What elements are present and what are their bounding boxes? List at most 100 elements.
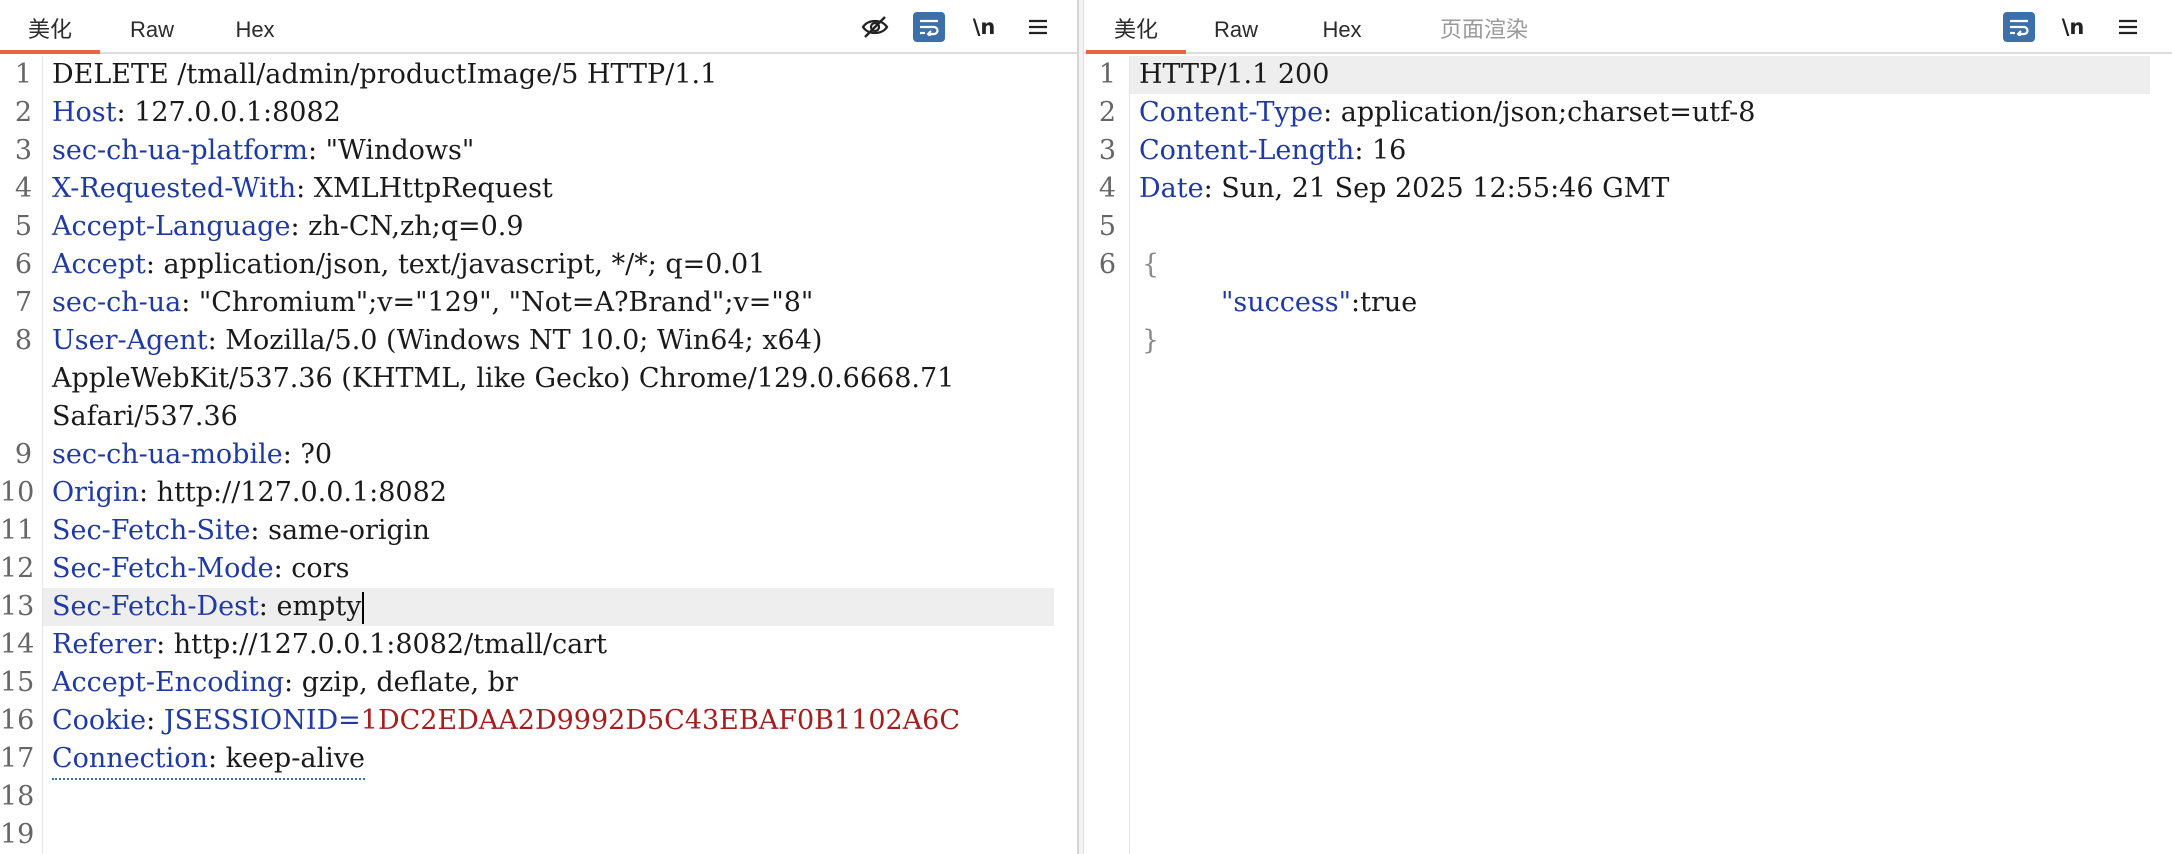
code-line: 17 Connection: keep-alive xyxy=(0,740,1077,780)
tab-pretty[interactable]: 美化 xyxy=(0,0,100,54)
header-value: : same-origin xyxy=(250,515,430,546)
http-message-viewer: 美化 Raw Hex \n 1 DELETE /tmall/admin/prod… xyxy=(0,0,2172,854)
line-number: 10 xyxy=(0,477,35,508)
header-name: Host xyxy=(52,97,117,128)
header-name: Date xyxy=(1139,173,1204,204)
line-number: 13 xyxy=(0,591,35,622)
header-value: : application/json, text/javascript, */*… xyxy=(145,249,766,280)
header-value: : http://127.0.0.1:8082/tmall/cart xyxy=(156,629,608,660)
request-editor[interactable]: 1 DELETE /tmall/admin/productImage/5 HTT… xyxy=(0,56,1077,854)
request-start-line: DELETE /tmall/admin/productImage/5 HTTP/… xyxy=(52,59,718,90)
header-name: Accept-Language xyxy=(52,211,291,242)
header-name: sec-ch-ua-mobile xyxy=(52,439,283,470)
code-line-wrapped: } xyxy=(1084,322,2172,360)
code-line: 1 DELETE /tmall/admin/productImage/5 HTT… xyxy=(0,56,1077,94)
pane-splitter[interactable] xyxy=(1077,0,1084,854)
response-tab-bar: 美化 Raw Hex 页面渲染 \n xyxy=(1084,0,2172,54)
header-value: : ?0 xyxy=(282,439,333,470)
code-line: 18 xyxy=(0,781,35,812)
header-value: : "Chromium";v="129", "Not=A?Brand";v="8… xyxy=(181,287,814,318)
header-line: 3 Content-Length: 16 xyxy=(1084,132,2172,170)
response-editor[interactable]: 1 HTTP/1.1 200 2 Content-Type: applicatio… xyxy=(1084,56,2172,854)
request-tab-bar: 美化 Raw Hex \n xyxy=(0,0,1077,54)
code-line: 8 User-Agent: Mozilla/5.0 (Windows NT 10… xyxy=(14,325,823,356)
line-number: 9 xyxy=(14,439,32,470)
menu-icon[interactable] xyxy=(2112,12,2144,42)
tab-render[interactable]: 页面渲染 xyxy=(1414,0,1554,52)
code-line: 16 Cookie: JSESSIONID=1DC2EDAA2D9992D5C4… xyxy=(0,705,961,736)
line-number: 3 xyxy=(14,135,32,166)
line-number: 3 xyxy=(1098,135,1116,166)
header-line: 5 Accept-Language: zh-CN,zh;q=0.9 xyxy=(0,208,1077,246)
header-value: : "Windows" xyxy=(307,135,475,166)
header-name: sec-ch-ua-platform xyxy=(52,135,308,166)
tab-hex[interactable]: Hex xyxy=(215,0,295,52)
header-value: : http://127.0.0.1:8082 xyxy=(139,477,447,508)
newline-toggle[interactable]: \n xyxy=(2057,12,2089,42)
header-name: Accept-Encoding xyxy=(52,667,285,698)
header-line: 4 Date: Sun, 21 Sep 2025 12:55:46 GMT xyxy=(1084,170,2172,208)
request-headers-block: 2 Host: 127.0.0.1:8082 3 sec-ch-ua-platform… xyxy=(0,94,1077,322)
word-wrap-icon[interactable] xyxy=(913,12,945,42)
json-key: "success" xyxy=(1221,287,1352,318)
header-name: sec-ch-ua xyxy=(52,287,182,318)
header-name: Sec-Fetch-Mode xyxy=(52,553,274,584)
code-line: 1 HTTP/1.1 200 xyxy=(1084,56,2172,94)
header-line: 2 Host: 127.0.0.1:8082 xyxy=(0,94,1077,132)
response-pane: 美化 Raw Hex 页面渲染 \n 1 HTTP/1.1 200 2 Cont… xyxy=(1084,0,2172,854)
code-line: 6 { xyxy=(1084,246,2172,284)
newline-toggle[interactable]: \n xyxy=(968,12,1000,42)
header-value: : application/json;charset=utf-8 xyxy=(1323,97,1756,128)
header-line: 10 Origin: http://127.0.0.1:8082 xyxy=(0,474,1077,512)
header-name: Accept xyxy=(52,249,146,280)
json-brace-close: } xyxy=(1142,325,1160,356)
line-number: 2 xyxy=(14,97,32,128)
tab-raw[interactable]: Raw xyxy=(112,0,192,52)
line-number: 2 xyxy=(1098,97,1116,128)
line-number: 14 xyxy=(0,629,35,660)
header-name: Sec-Fetch-Dest xyxy=(52,591,259,622)
text-caret xyxy=(362,591,365,624)
cookie-value: 1DC2EDAA2D9992D5C43EBAF0B1102A6C xyxy=(360,705,961,736)
header-name: Content-Length xyxy=(1139,135,1355,166)
word-wrap-icon[interactable] xyxy=(2003,12,2035,42)
response-headers-block: 2 Content-Type: application/json;charset=… xyxy=(1084,94,2172,208)
header-value: : cors xyxy=(273,553,350,584)
header-value: : 127.0.0.1:8082 xyxy=(116,97,341,128)
tab-raw[interactable]: Raw xyxy=(1196,0,1276,52)
request-headers-block: 9 sec-ch-ua-mobile: ?0 10 Origin: http://12… xyxy=(0,436,1077,702)
tab-pretty[interactable]: 美化 xyxy=(1086,0,1186,54)
header-line: 14 Referer: http://127.0.0.1:8082/tmall/c… xyxy=(0,626,1077,664)
request-pane: 美化 Raw Hex \n 1 DELETE /tmall/admin/prod… xyxy=(0,0,1077,854)
header-value: : empty xyxy=(258,591,362,622)
hide-icon[interactable] xyxy=(859,12,891,42)
header-name: Referer xyxy=(52,629,157,660)
header-line: 13 Sec-Fetch-Dest: empty xyxy=(0,588,1077,626)
code-line-wrapped: "success":true xyxy=(1084,284,2172,322)
newline-icon: \n xyxy=(972,15,996,39)
header-line: 2 Content-Type: application/json;charset=… xyxy=(1084,94,2172,132)
header-value: : gzip, deflate, br xyxy=(284,667,518,698)
response-status-line: HTTP/1.1 200 xyxy=(1139,59,1330,90)
header-line: 12 Sec-Fetch-Mode: cors xyxy=(0,550,1077,588)
header-value: : XMLHttpRequest xyxy=(296,173,553,204)
code-line: 5 xyxy=(1098,211,1116,242)
header-name: Origin xyxy=(52,477,139,508)
line-number: 7 xyxy=(14,287,32,318)
json-brace-open: { xyxy=(1142,249,1160,280)
line-number: 6 xyxy=(14,249,32,280)
header-name: Content-Type xyxy=(1139,97,1324,128)
code-line-wrapped: AppleWebKit/537.36 (KHTML, like Gecko) C… xyxy=(52,363,955,394)
header-value: : zh-CN,zh;q=0.9 xyxy=(290,211,524,242)
menu-icon[interactable] xyxy=(1022,12,1054,42)
tab-hex[interactable]: Hex xyxy=(1302,0,1382,52)
line-number: 4 xyxy=(1098,173,1116,204)
cookie-name: JSESSIONID xyxy=(163,705,339,736)
line-number: 11 xyxy=(0,515,35,546)
header-line: 7 sec-ch-ua: "Chromium";v="129", "Not=A?B… xyxy=(0,284,1077,322)
line-number: 5 xyxy=(14,211,32,242)
header-line: 3 sec-ch-ua-platform: "Windows" xyxy=(0,132,1077,170)
line-number: 4 xyxy=(14,173,32,204)
header-line: 11 Sec-Fetch-Site: same-origin xyxy=(0,512,1077,550)
code-line: 19 xyxy=(0,819,35,850)
